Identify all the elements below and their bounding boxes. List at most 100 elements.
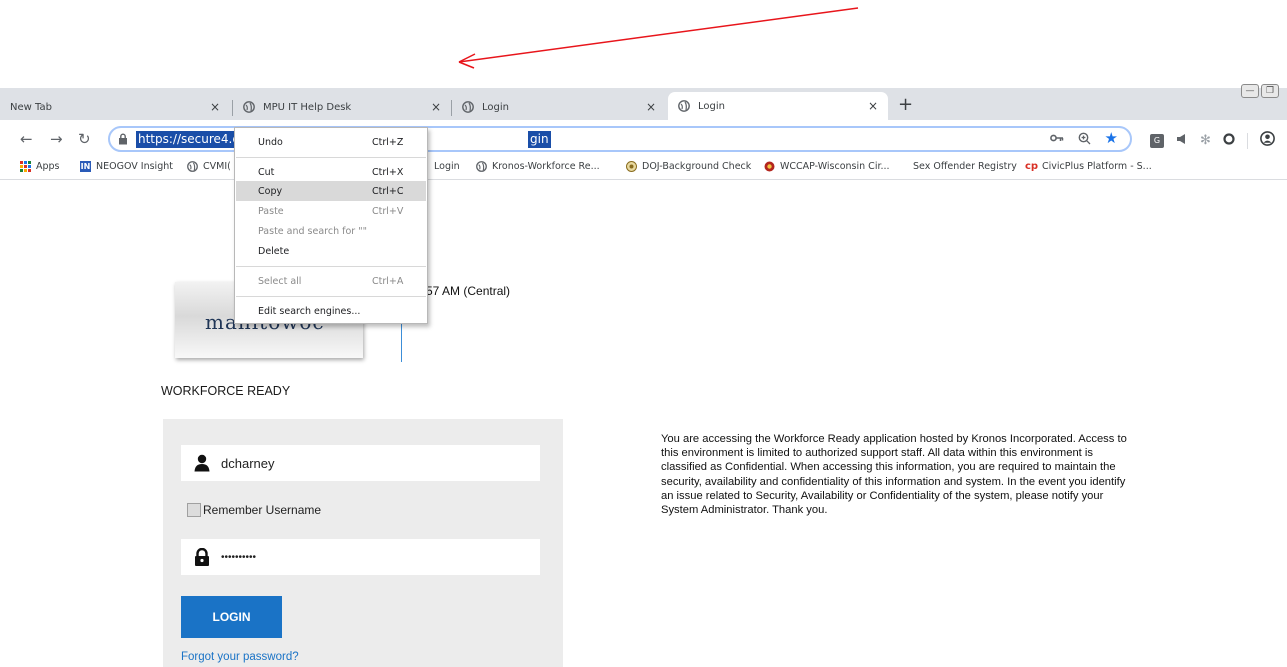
bookmark-label: Sex Offender Registry (913, 161, 1017, 172)
bookmark-star-icon[interactable]: ★ (1105, 129, 1118, 148)
bookmark-label: WCCAP-Wisconsin Cir... (780, 161, 890, 172)
tab-new-tab[interactable]: New Tab × (0, 94, 230, 120)
bookmark-civicplus[interactable]: cp CivicPlus Platform - S... (1024, 161, 1152, 172)
extension-speaker-icon[interactable] (1176, 133, 1188, 149)
menu-item-paste[interactable]: Paste Ctrl+V (236, 201, 426, 221)
bookmark-apps[interactable]: Apps (20, 161, 60, 172)
menu-item-delete[interactable]: Delete (236, 241, 426, 261)
bookmark-cvmi[interactable]: CVMI( (187, 161, 231, 172)
menu-item-paste-and-search[interactable]: Paste and search for "" (236, 221, 426, 241)
restore-icon[interactable]: ❐ (1261, 84, 1279, 98)
security-notice: You are accessing the Workforce Ready ap… (661, 433, 1127, 517)
login-button[interactable]: LOGIN (181, 596, 282, 638)
menu-item-select-all[interactable]: Select all Ctrl+A (236, 271, 426, 291)
extension-g-icon[interactable]: G (1150, 133, 1164, 148)
bookmark-label: DOJ-Background Check (642, 161, 752, 172)
tab-label: New Tab (10, 101, 52, 113)
username-value: dcharney (221, 456, 275, 471)
menu-item-label: Paste (258, 206, 284, 217)
window-controls: — ❐ (1241, 84, 1279, 98)
menu-item-label: Undo (258, 137, 283, 148)
menu-item-cut[interactable]: Cut Ctrl+X (236, 162, 426, 182)
globe-icon (243, 101, 255, 113)
wccap-icon (764, 161, 775, 172)
globe-icon (462, 101, 474, 113)
menu-item-edit-search-engines[interactable]: Edit search engines... (236, 301, 426, 321)
zoom-icon[interactable] (1078, 132, 1091, 148)
bookmarks-bar: Apps IN NEOGOV Insight CVMI( Login Krono… (0, 156, 1287, 180)
tab-login-active[interactable]: Login × (668, 92, 888, 120)
bookmark-label: Login (434, 161, 460, 172)
menu-separator (236, 296, 426, 297)
padlock-icon (193, 547, 211, 566)
back-arrow-icon[interactable]: ← (20, 130, 33, 148)
toolbar-divider (1246, 132, 1248, 149)
remember-username[interactable]: Remember Username (187, 503, 321, 517)
context-menu: Undo Ctrl+Z Cut Ctrl+X Copy Ctrl+C Paste… (234, 127, 428, 324)
new-tab-button[interactable]: + (898, 94, 913, 115)
extension-circle-icon[interactable] (1223, 132, 1235, 149)
tab-mpu-help-desk[interactable]: MPU IT Help Desk × (233, 94, 451, 120)
user-icon (193, 454, 211, 472)
menu-item-label: Edit search engines... (258, 306, 361, 317)
menu-item-label: Delete (258, 246, 290, 257)
profile-avatar-icon[interactable] (1260, 131, 1275, 150)
reload-icon[interactable]: ↻ (78, 130, 91, 148)
tab-strip: New Tab × MPU IT Help Desk × Login × Log… (0, 88, 1287, 120)
menu-item-undo[interactable]: Undo Ctrl+Z (236, 132, 426, 152)
key-icon[interactable] (1049, 132, 1064, 148)
annotation-arrow (458, 7, 859, 69)
menu-item-shortcut: Ctrl+A (372, 276, 404, 287)
close-icon[interactable]: × (868, 99, 878, 113)
remember-checkbox[interactable] (187, 503, 201, 517)
menu-separator (236, 157, 426, 158)
menu-item-shortcut: Ctrl+C (372, 186, 404, 197)
bookmark-login[interactable]: Login (434, 161, 460, 172)
menu-item-label: Copy (258, 186, 283, 197)
bookmark-doj[interactable]: DOJ-Background Check (626, 161, 751, 172)
password-field[interactable]: •••••••••• (181, 539, 540, 575)
browser-toolbar: ← → ↻ https://secure4.e gin ★ G ✻ (0, 122, 1287, 156)
menu-item-label: Select all (258, 276, 302, 287)
extension-snowflake-icon[interactable]: ✻ (1200, 133, 1211, 148)
minimize-icon[interactable]: — (1241, 84, 1259, 98)
url-text-selected[interactable]: https://secure4.e (136, 131, 242, 148)
bookmark-label: CivicPlus Platform - S... (1042, 161, 1152, 172)
bookmark-kronos[interactable]: Kronos-Workforce Re... (476, 161, 600, 172)
globe-icon (187, 161, 198, 172)
bookmark-wccap[interactable]: WCCAP-Wisconsin Cir... (764, 161, 890, 172)
forward-arrow-icon[interactable]: → (50, 130, 63, 148)
close-icon[interactable]: × (210, 100, 220, 114)
menu-item-shortcut: Ctrl+X (372, 167, 404, 178)
forgot-password-link[interactable]: Forgot your password? (181, 651, 299, 663)
remember-label: Remember Username (203, 503, 322, 517)
bookmark-sex-offender[interactable]: Sex Offender Registry (913, 161, 1017, 172)
menu-item-label: Cut (258, 167, 275, 178)
menu-item-shortcut: Ctrl+Z (372, 137, 404, 148)
login-panel: dcharney Remember Username •••••••••• LO… (163, 419, 563, 667)
menu-item-shortcut: Ctrl+V (372, 206, 404, 217)
bookmark-label: Apps (36, 161, 60, 172)
menu-item-label: Paste and search for "" (258, 226, 367, 237)
doj-seal-icon (626, 161, 637, 172)
url-text-selected-end[interactable]: gin (528, 131, 551, 148)
bookmark-label: NEOGOV Insight (96, 161, 173, 172)
civicplus-icon: cp (1024, 161, 1039, 172)
close-icon[interactable]: × (646, 100, 656, 114)
password-value: •••••••••• (221, 552, 257, 563)
neogov-icon: IN (80, 161, 91, 172)
lock-icon[interactable] (118, 133, 128, 148)
time-display: 57 AM (Central) (426, 284, 511, 298)
menu-separator (236, 266, 426, 267)
menu-item-copy[interactable]: Copy Ctrl+C (236, 181, 426, 201)
tab-label: MPU IT Help Desk (263, 101, 352, 113)
close-icon[interactable]: × (431, 100, 441, 114)
bookmark-label: CVMI( (203, 161, 231, 172)
apps-grid-icon (20, 161, 31, 172)
globe-icon (678, 100, 690, 112)
tab-login-1[interactable]: Login × (452, 94, 666, 120)
bookmark-neogov[interactable]: IN NEOGOV Insight (80, 161, 173, 172)
page-title: WORKFORCE READY (161, 384, 291, 398)
username-field[interactable]: dcharney (181, 445, 540, 481)
globe-icon (476, 161, 487, 172)
